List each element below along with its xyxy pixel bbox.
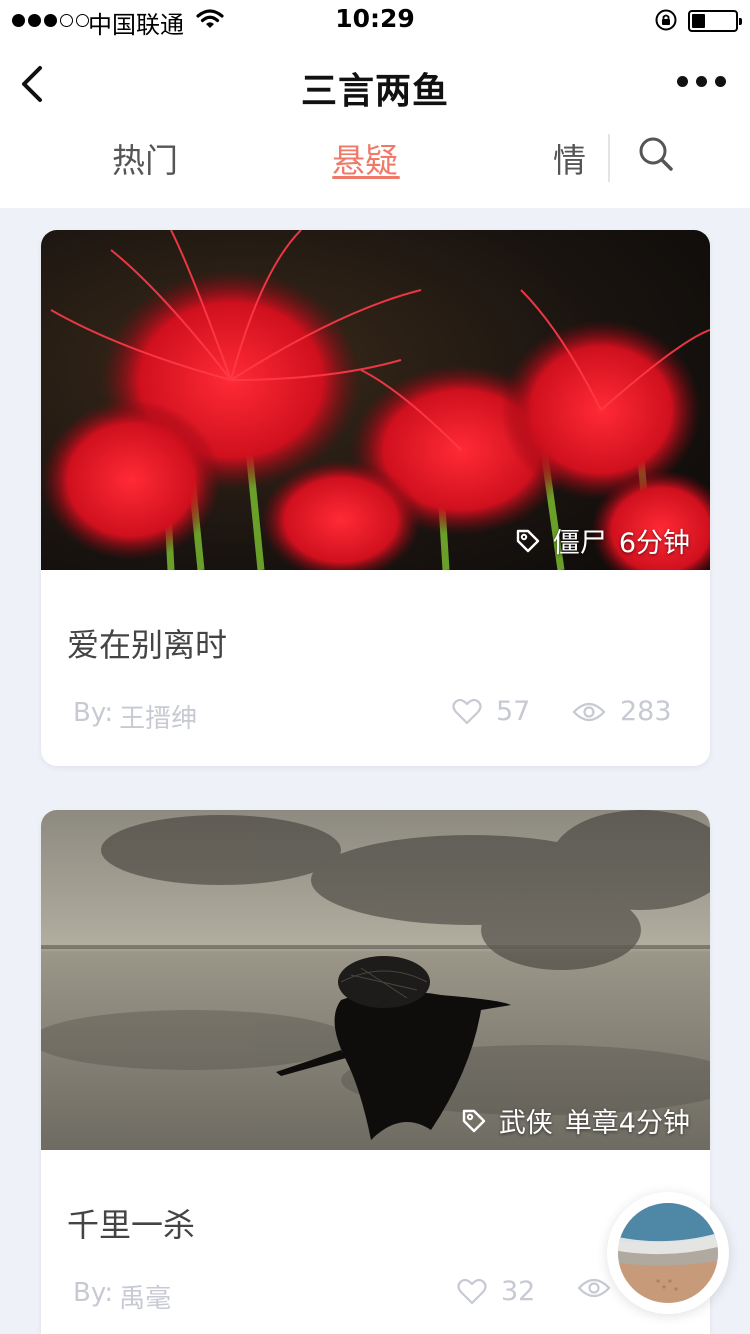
tab-romance[interactable]: 情: [553, 134, 586, 182]
story-title: 爱在别离时: [67, 626, 228, 664]
category-tab-bar: 热门 悬疑 情: [0, 130, 750, 208]
story-tag: 僵尸 6分钟: [515, 521, 690, 560]
tab-hot[interactable]: 热门: [112, 134, 178, 182]
beach-avatar: [618, 1203, 718, 1303]
clock: 10:29: [335, 4, 415, 33]
status-bar: 中国联通 10:29: [0, 0, 750, 40]
page-title: 三言两鱼: [300, 71, 449, 112]
tag-duration: 单章4分钟: [564, 1108, 690, 1139]
story-author: By: 禹毫: [73, 1278, 171, 1315]
tag-genre: 僵尸: [552, 528, 607, 559]
like-count[interactable]: 57: [452, 696, 530, 727]
dot-icon: [677, 76, 688, 87]
author-name: 禹毫: [119, 1284, 172, 1314]
author-prefix: By:: [73, 698, 114, 728]
search-icon: [639, 137, 673, 171]
floating-avatar-button[interactable]: [607, 1192, 729, 1314]
tag-duration: 6分钟: [618, 528, 690, 559]
story-author: By: 王搢绅: [73, 698, 197, 735]
tag-icon: [516, 529, 540, 552]
active-tab-indicator: [332, 176, 400, 179]
author-prefix: By:: [73, 1278, 114, 1308]
story-card[interactable]: 僵尸 6分钟 爱在别离时 By: 王搢绅 57 283: [41, 230, 710, 766]
tab-suspense[interactable]: 悬疑: [332, 134, 398, 182]
tab-divider: [608, 134, 610, 182]
story-tag: 武侠 单章4分钟: [461, 1101, 690, 1140]
story-cover-image: 武侠 单章4分钟: [41, 810, 710, 1150]
ink-painting-swordsman: [41, 810, 710, 1150]
search-button[interactable]: [636, 134, 676, 174]
tag-genre: 武侠: [498, 1108, 553, 1139]
nav-bar: 三言两鱼: [0, 40, 750, 130]
author-name: 王搢绅: [119, 704, 198, 734]
more-options-button[interactable]: [677, 76, 726, 87]
dot-icon: [715, 76, 726, 87]
story-title: 千里一杀: [67, 1206, 196, 1244]
rotation-lock-icon: [654, 8, 678, 38]
red-spider-lily-photo: [41, 230, 710, 570]
dot-icon: [696, 76, 707, 87]
heart-icon: [457, 1278, 487, 1304]
view-count: 283: [572, 696, 672, 727]
eye-icon: [572, 702, 606, 721]
eye-icon: [577, 1278, 611, 1298]
heart-icon: [452, 698, 482, 724]
like-count[interactable]: 32: [457, 1276, 535, 1307]
tag-icon: [462, 1109, 486, 1132]
story-cover-image: 僵尸 6分钟: [41, 230, 710, 570]
battery-icon: [688, 10, 742, 32]
